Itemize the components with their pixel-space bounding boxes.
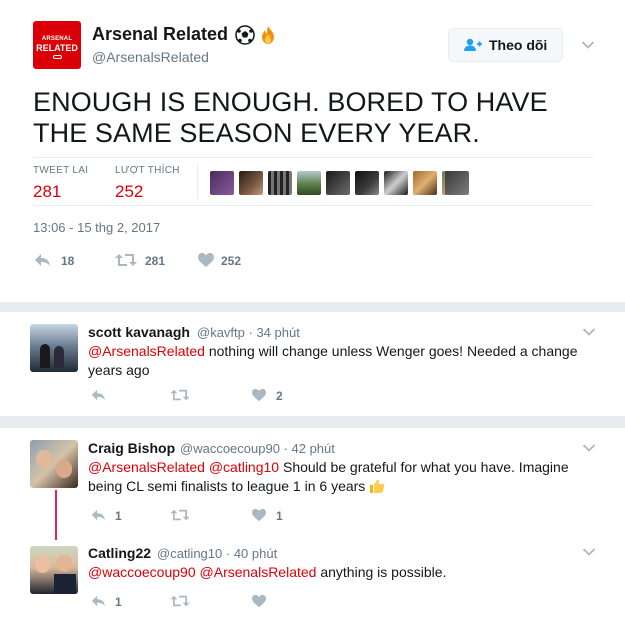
reply-author-fullname[interactable]: Craig Bishop <box>88 440 175 456</box>
separator-band <box>0 416 625 428</box>
thread-line <box>55 490 57 540</box>
retweet-icon <box>170 595 190 607</box>
follow-button[interactable]: Theo dõi <box>448 28 563 62</box>
reply-author-username[interactable]: @kavftp <box>197 325 245 340</box>
reply-author-username[interactable]: @catling10 <box>157 546 222 561</box>
chevron-down-icon[interactable] <box>582 443 596 453</box>
reply-meta: @kavftp · 34 phút <box>197 325 300 340</box>
mention-link[interactable]: @waccoecoup90 <box>88 564 196 580</box>
avatar-text-line2: RELATED <box>36 43 78 53</box>
like-stat-value: 252 <box>115 182 144 201</box>
reply-thread: Craig Bishop @waccoecoup90 · 42 phút @Ar… <box>0 428 625 623</box>
like-stat-label: LƯỢT THÍCH <box>115 165 180 176</box>
reply-time[interactable]: · 40 phút <box>226 546 277 561</box>
mention-link[interactable]: @ArsenalsRelated <box>88 459 205 475</box>
retweet-stat-label: TWEET LẠI <box>33 165 89 176</box>
reply-text: @ArsenalsRelated nothing will change unl… <box>88 342 598 380</box>
liker-avatar[interactable] <box>445 171 469 195</box>
avatar[interactable] <box>30 546 78 594</box>
liker-avatar[interactable] <box>355 171 379 195</box>
reply-count: 18 <box>61 254 75 268</box>
author-fullname[interactable]: Arsenal Related <box>92 24 228 45</box>
separator-band <box>0 302 625 312</box>
liker-avatar[interactable] <box>268 171 292 195</box>
avatar[interactable] <box>30 324 78 372</box>
avatar[interactable]: ARSENAL RELATED <box>33 21 81 69</box>
divider <box>33 157 593 158</box>
mention-link[interactable]: @ArsenalsRelated <box>200 564 317 580</box>
fire-icon <box>262 26 274 44</box>
reply-text: @ArsenalsRelated @catling10 Should be gr… <box>88 458 598 496</box>
reply-count: 1 <box>115 595 122 609</box>
retweet-icon <box>115 254 137 266</box>
reply-author-fullname[interactable]: Catling22 <box>88 545 151 561</box>
liker-avatar[interactable] <box>413 171 437 195</box>
divider <box>33 205 593 206</box>
mention-link[interactable]: @catling10 <box>209 459 279 475</box>
reply-author-username[interactable]: @waccoecoup90 <box>180 441 280 456</box>
reply-icon <box>91 509 105 521</box>
avatar[interactable] <box>30 440 78 488</box>
chevron-down-icon[interactable] <box>581 40 595 50</box>
reply-tweet[interactable]: scott kavanagh @kavftp · 34 phút @Arsena… <box>0 312 625 416</box>
thumbs-up-icon <box>370 479 385 493</box>
retweet-stat-value: 281 <box>33 182 62 201</box>
reply-time[interactable]: · 34 phút <box>249 325 300 340</box>
liker-avatar[interactable] <box>297 171 321 195</box>
heart-icon <box>252 388 266 402</box>
heart-icon <box>252 594 266 608</box>
like-stat[interactable]: LƯỢT THÍCH 252 <box>115 165 180 202</box>
like-count: 252 <box>221 254 242 268</box>
chevron-down-icon[interactable] <box>582 327 596 337</box>
retweet-stat[interactable]: TWEET LẠI 281 <box>33 165 88 202</box>
reply-text-body: anything is possible. <box>316 564 447 580</box>
stat-separator <box>197 165 198 199</box>
cannon-icon <box>53 55 62 59</box>
main-tweet: ARSENAL RELATED Arsenal Related @Arsenal… <box>0 0 625 302</box>
heart-icon <box>198 253 214 267</box>
tweet-timestamp[interactable]: 13:06 - 15 thg 2, 2017 <box>33 220 160 235</box>
liker-avatar[interactable] <box>210 171 234 195</box>
reply-meta: @catling10 · 40 phút <box>157 546 277 561</box>
author-username[interactable]: @ArsenalsRelated <box>92 49 209 65</box>
reply-icon <box>35 254 50 266</box>
like-count: 1 <box>276 509 283 523</box>
soccer-ball-icon <box>235 25 255 45</box>
reply-icon <box>91 595 105 607</box>
like-count: 2 <box>276 389 283 403</box>
add-user-icon <box>464 38 482 51</box>
reply-icon <box>91 389 105 401</box>
chevron-down-icon[interactable] <box>582 547 596 557</box>
reply-meta: @waccoecoup90 · 42 phút <box>180 441 335 456</box>
heart-icon <box>252 508 266 522</box>
mention-link[interactable]: @ArsenalsRelated <box>88 343 205 359</box>
retweet-icon <box>170 509 190 521</box>
retweet-icon <box>170 389 190 401</box>
liker-avatar[interactable] <box>239 171 263 195</box>
tweet-text: ENOUGH IS ENOUGH. BORED TO HAVE THE SAME… <box>33 87 548 148</box>
reply-time[interactable]: · 42 phút <box>284 441 335 456</box>
reply-text: @waccoecoup90 @ArsenalsRelated anything … <box>88 563 598 582</box>
follow-button-label: Theo dõi <box>489 37 548 53</box>
liker-avatar[interactable] <box>384 171 408 195</box>
reply-count: 1 <box>115 509 122 523</box>
avatar-text-line1: ARSENAL <box>41 36 73 42</box>
reply-author-fullname[interactable]: scott kavanagh <box>88 324 190 340</box>
liker-avatar[interactable] <box>326 171 350 195</box>
retweet-count: 281 <box>145 254 166 268</box>
